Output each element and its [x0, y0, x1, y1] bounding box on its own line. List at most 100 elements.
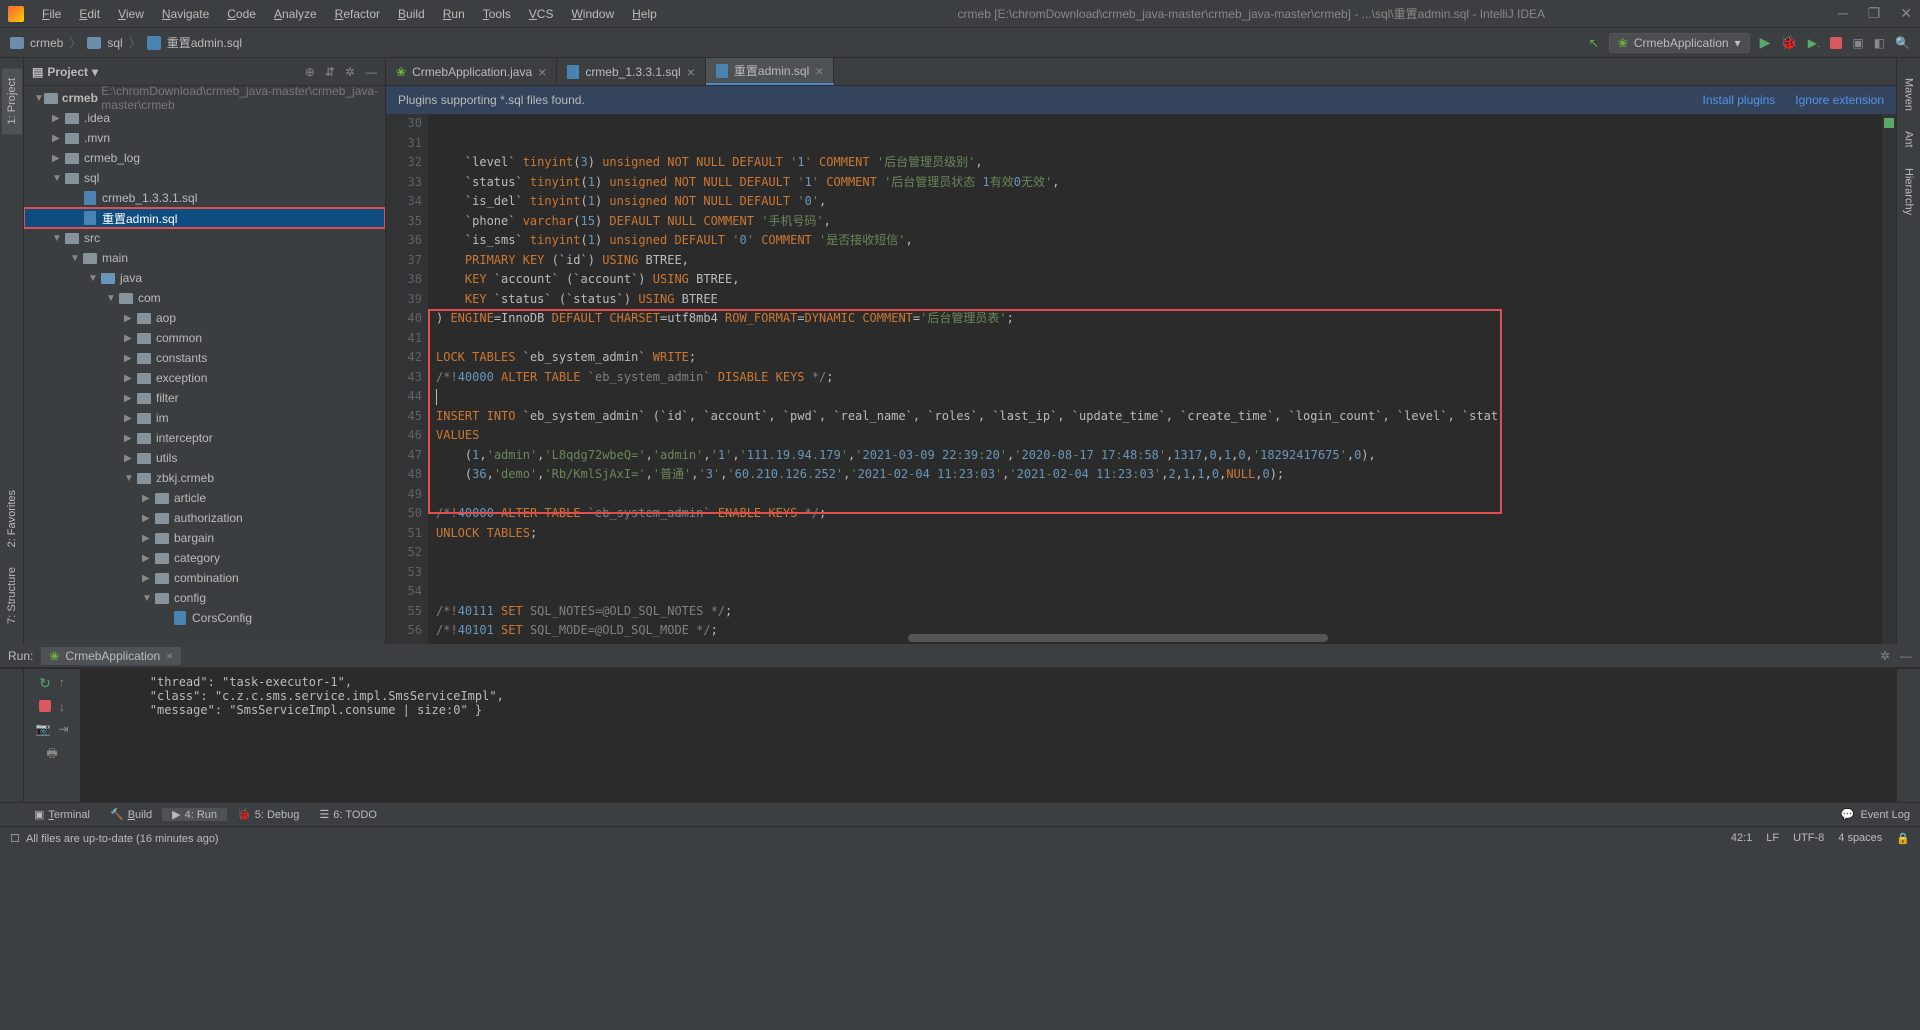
tree-item[interactable]: ▼main — [24, 248, 385, 268]
close-icon[interactable]: × — [815, 63, 823, 79]
hide-icon[interactable]: — — [1900, 649, 1912, 663]
editor-tab[interactable]: 重置admin.sql× — [706, 58, 835, 85]
tree-item[interactable]: ▼com — [24, 288, 385, 308]
tree-item[interactable]: ▶.mvn — [24, 128, 385, 148]
bottom-tab[interactable]: 🔨Build — [100, 808, 162, 821]
event-log-button[interactable]: Event Log — [1860, 809, 1910, 821]
menu-view[interactable]: View — [110, 5, 152, 23]
menu-edit[interactable]: Edit — [71, 5, 108, 23]
down-icon[interactable]: ↓ — [59, 700, 65, 714]
run-console[interactable]: "thread": "task-executor-1", "class": "c… — [80, 669, 1896, 802]
tree-item[interactable]: ▶constants — [24, 348, 385, 368]
wrap-icon[interactable]: ⇥ — [58, 722, 68, 736]
run-tab[interactable]: ❀ CrmebApplication × — [41, 647, 181, 665]
breadcrumb-file[interactable]: 重置admin.sql — [167, 34, 242, 51]
project-tool-tab[interactable]: 1: Project — [2, 68, 22, 134]
tree-item[interactable]: ▶bargain — [24, 528, 385, 548]
tree-item[interactable]: ▶utils — [24, 448, 385, 468]
search-icon[interactable]: 🔍 — [1895, 36, 1910, 50]
maven-tool-tab[interactable]: Maven — [1899, 68, 1919, 121]
structure-tool-tab[interactable]: 7: Structure — [2, 557, 22, 634]
tree-item[interactable]: ▶filter — [24, 388, 385, 408]
editor-tab[interactable]: crmeb_1.3.3.1.sql× — [557, 58, 706, 85]
minimize-icon[interactable]: ─ — [1838, 5, 1848, 22]
tree-item[interactable]: ▼src — [24, 228, 385, 248]
file-encoding[interactable]: UTF-8 — [1793, 832, 1824, 845]
close-icon[interactable]: ✕ — [1900, 5, 1912, 22]
tree-item[interactable]: ▶crmeb_log — [24, 148, 385, 168]
bottom-tab[interactable]: ▶4: Run — [162, 808, 227, 821]
tree-item[interactable]: ▶im — [24, 408, 385, 428]
cursor-position[interactable]: 42:1 — [1731, 832, 1752, 845]
close-icon[interactable]: × — [538, 64, 546, 80]
tree-item[interactable]: ▶interceptor — [24, 428, 385, 448]
toolbar-icon[interactable]: ▣ — [1852, 36, 1863, 50]
run-configuration-select[interactable]: ❀ CrmebApplication ▾ — [1609, 33, 1750, 53]
lock-icon[interactable]: 🔒 — [1896, 832, 1910, 845]
menu-analyze[interactable]: Analyze — [266, 5, 325, 23]
tree-item[interactable]: ▶article — [24, 488, 385, 508]
hierarchy-tool-tab[interactable]: Hierarchy — [1899, 158, 1919, 225]
debug-icon[interactable]: 🐞 — [1780, 34, 1797, 51]
editor-tab[interactable]: ❀CrmebApplication.java× — [386, 58, 557, 85]
tree-item[interactable]: ▶common — [24, 328, 385, 348]
ant-tool-tab[interactable]: Ant — [1899, 121, 1919, 158]
line-separator[interactable]: LF — [1766, 832, 1779, 845]
menu-window[interactable]: Window — [563, 5, 622, 23]
stop-icon[interactable] — [1830, 37, 1842, 49]
menu-vcs[interactable]: VCS — [521, 5, 562, 23]
rerun-icon[interactable]: ↻ — [39, 675, 51, 692]
bottom-tab[interactable]: ▣Terminal — [24, 808, 100, 821]
tree-item[interactable]: ▶exception — [24, 368, 385, 388]
tree-item[interactable]: ▼config — [24, 588, 385, 608]
tree-item[interactable]: 重置admin.sql — [24, 208, 385, 228]
stop-icon[interactable] — [39, 700, 51, 712]
sidebar-tab[interactable]: ▤ Project ▾ — [32, 65, 98, 79]
up-icon[interactable]: ↑ — [59, 675, 65, 692]
code-content[interactable]: `level` tinyint(3) unsigned NOT NULL DEF… — [428, 114, 1882, 644]
hammer-icon[interactable]: ↖ — [1589, 36, 1599, 50]
tree-item[interactable]: ▶combination — [24, 568, 385, 588]
menu-run[interactable]: Run — [435, 5, 473, 23]
menu-build[interactable]: Build — [390, 5, 433, 23]
menu-refactor[interactable]: Refactor — [327, 5, 388, 23]
gear-icon[interactable]: ✲ — [1880, 649, 1890, 663]
tree-item[interactable]: ▶aop — [24, 308, 385, 328]
target-icon[interactable]: ⊕ — [305, 65, 315, 79]
indent-setting[interactable]: 4 spaces — [1838, 832, 1882, 845]
menu-file[interactable]: File — [34, 5, 69, 23]
install-plugins-link[interactable]: Install plugins — [1703, 93, 1776, 107]
favorites-tool-tab[interactable]: 2: Favorites — [2, 480, 22, 557]
coverage-icon[interactable]: ▶. — [1808, 36, 1821, 50]
breadcrumb-project[interactable]: crmeb — [30, 36, 63, 50]
tree-item[interactable]: ▶category — [24, 548, 385, 568]
gear-icon[interactable]: ✲ — [345, 65, 355, 79]
tree-item[interactable]: ▼zbkj.crmeb — [24, 468, 385, 488]
tree-item[interactable]: ▼sql — [24, 168, 385, 188]
error-stripe[interactable] — [1882, 114, 1896, 644]
bottom-tab[interactable]: ☰6: TODO — [309, 808, 386, 821]
run-icon[interactable]: ▶ — [1760, 34, 1771, 51]
tree-item[interactable]: crmeb_1.3.3.1.sql — [24, 188, 385, 208]
close-icon[interactable]: × — [687, 64, 695, 80]
bottom-tab[interactable]: 🐞5: Debug — [227, 808, 309, 821]
menu-help[interactable]: Help — [624, 5, 665, 23]
toolbar-icon[interactable]: ◧ — [1874, 36, 1885, 50]
collapse-icon[interactable]: ⇵ — [325, 65, 335, 79]
code-area[interactable]: 3031323334353637383940414243444546474849… — [386, 114, 1896, 644]
ignore-extension-link[interactable]: Ignore extension — [1795, 93, 1884, 107]
menu-tools[interactable]: Tools — [475, 5, 519, 23]
project-tree[interactable]: ▼ crmeb E:\chromDownload\crmeb_java-mast… — [24, 86, 385, 644]
tree-item[interactable]: ▼java — [24, 268, 385, 288]
print-icon[interactable]: 🖶 — [46, 744, 57, 765]
tree-root[interactable]: ▼ crmeb E:\chromDownload\crmeb_java-mast… — [24, 88, 385, 108]
breadcrumb-folder[interactable]: sql — [107, 36, 122, 50]
camera-icon[interactable]: 📷 — [35, 722, 50, 736]
menu-code[interactable]: Code — [219, 5, 264, 23]
menu-navigate[interactable]: Navigate — [154, 5, 217, 23]
hide-icon[interactable]: — — [365, 65, 377, 79]
maximize-icon[interactable]: ❐ — [1868, 5, 1881, 22]
tree-item[interactable]: CorsConfig — [24, 608, 385, 628]
tree-item[interactable]: ▶authorization — [24, 508, 385, 528]
horizontal-scrollbar[interactable] — [908, 634, 1328, 642]
